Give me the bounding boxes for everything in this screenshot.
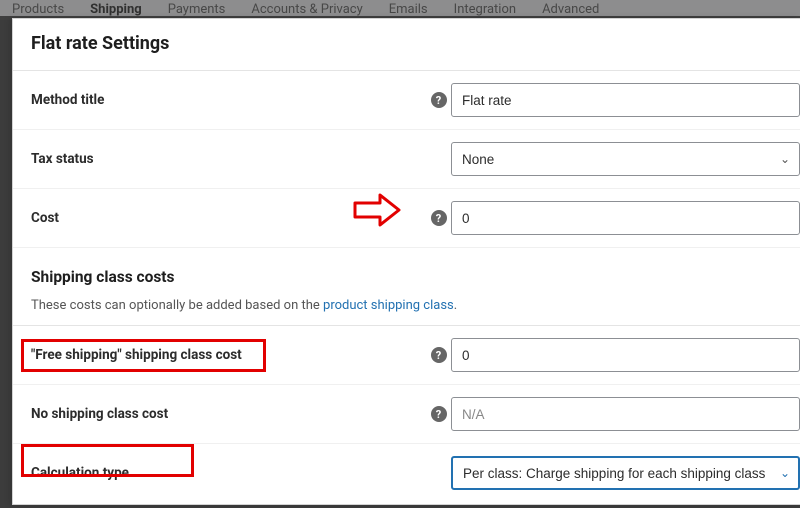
row-cost: Cost ?: [13, 189, 800, 248]
tab-payments[interactable]: Payments: [164, 0, 230, 19]
row-method-title: Method title ?: [13, 71, 800, 130]
help-icon[interactable]: ?: [431, 92, 447, 108]
tab-integration[interactable]: Integration: [450, 0, 520, 19]
tab-products[interactable]: Products: [8, 0, 68, 19]
wc-settings-tabs: Products Shipping Payments Accounts & Pr…: [0, 0, 800, 20]
row-calculation-type: Calculation type Per class: Charge shipp…: [13, 444, 800, 508]
tab-emails[interactable]: Emails: [385, 0, 432, 19]
help-icon[interactable]: ?: [431, 406, 447, 422]
cost-input[interactable]: [451, 201, 800, 235]
label-cost: Cost: [31, 210, 59, 226]
flat-rate-settings-panel: Flat rate Settings Method title ? Tax st…: [12, 18, 800, 505]
row-no-shipping-class-cost: No shipping class cost ?: [13, 385, 800, 444]
panel-title: Flat rate Settings: [13, 19, 800, 70]
tab-shipping[interactable]: Shipping: [86, 0, 146, 19]
no-shipping-class-cost-input[interactable]: [451, 397, 800, 431]
label-free-shipping-class-cost: "Free shipping" shipping class cost: [31, 347, 242, 363]
label-no-shipping-class-cost: No shipping class cost: [31, 406, 168, 422]
shipping-class-costs-heading: Shipping class costs These costs can opt…: [13, 248, 800, 325]
help-icon[interactable]: ?: [431, 347, 447, 363]
method-title-input[interactable]: [451, 83, 800, 117]
row-tax-status: Tax status None ⌄: [13, 130, 800, 189]
label-tax-status: Tax status: [31, 151, 94, 167]
row-free-shipping-class-cost: "Free shipping" shipping class cost ?: [13, 326, 800, 385]
section-title: Shipping class costs: [31, 268, 782, 286]
label-calculation-type: Calculation type: [31, 465, 129, 481]
section-description: These costs can optionally be added base…: [31, 298, 782, 313]
tab-advanced[interactable]: Advanced: [538, 0, 603, 19]
help-icon[interactable]: ?: [431, 210, 447, 226]
calculation-type-select[interactable]: Per class: Charge shipping for each ship…: [451, 456, 800, 490]
product-shipping-class-link[interactable]: product shipping class: [323, 298, 454, 313]
free-shipping-class-cost-input[interactable]: [451, 338, 800, 372]
label-method-title: Method title: [31, 92, 104, 108]
tax-status-select[interactable]: None: [451, 142, 800, 176]
tab-accounts[interactable]: Accounts & Privacy: [247, 0, 366, 19]
